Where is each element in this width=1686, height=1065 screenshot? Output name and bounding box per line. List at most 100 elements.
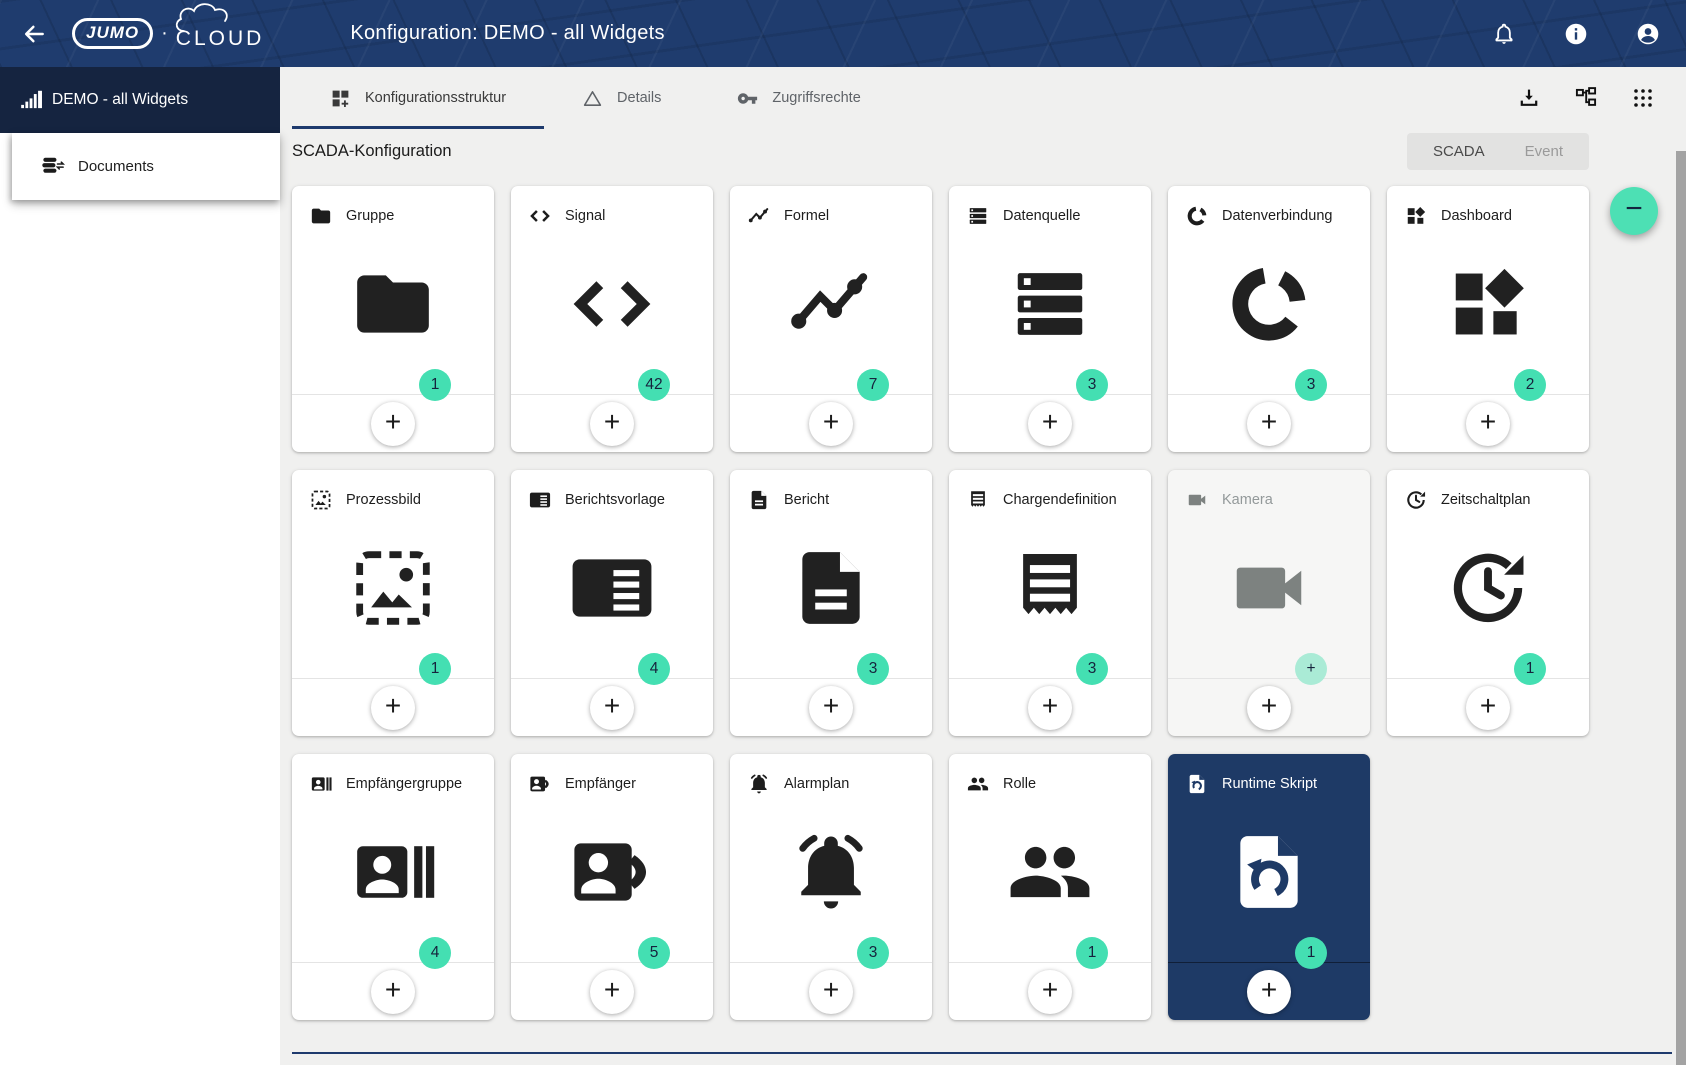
widget-card-schedule[interactable]: Zeitschaltplan 1 + [1387,470,1589,736]
widget-card-camera[interactable]: Kamera + + [1168,470,1370,736]
widget-card-code[interactable]: Signal 42 + [511,186,713,452]
widget-card-dashboard[interactable]: Dashboard 2 + [1387,186,1589,452]
card-footer: + [1168,678,1370,736]
tree-structure-button[interactable] [1573,85,1599,111]
collapse-fab-button[interactable]: − [1610,187,1658,235]
dataconnection-icon [1186,205,1208,227]
toggle-option-scada[interactable]: SCADA [1413,143,1505,160]
widget-card-role[interactable]: Rolle 1 + [949,754,1151,1020]
widget-card-alarm[interactable]: Alarmplan 3 + [730,754,932,1020]
widget-card-datasource[interactable]: Datenquelle 3 + [949,186,1151,452]
plus-icon: + [385,976,401,1004]
card-label: Formel [784,208,829,224]
widget-card-dataconnection[interactable]: Datenverbindung 3 + [1168,186,1370,452]
card-header: Runtime Skript [1168,754,1370,797]
card-body: 7 [730,229,932,394]
card-add-button[interactable]: + [371,402,415,446]
toolbar [1516,67,1656,129]
formula-icon [788,261,874,347]
account-button[interactable] [1626,12,1670,56]
card-header: Bericht [730,470,932,513]
card-footer: + [1387,394,1589,452]
plus-icon: + [1261,976,1277,1004]
dataconnection-icon [1226,261,1312,347]
card-add-button[interactable]: + [590,970,634,1014]
card-add-button[interactable]: + [590,402,634,446]
card-add-button[interactable]: + [371,686,415,730]
card-body: 1 [292,513,494,678]
sidebar: DEMO - all Widgets Documents [0,67,280,1065]
minus-icon: − [1625,194,1643,224]
documents-label: Documents [78,158,154,175]
runtimescript-icon [1226,829,1312,915]
card-add-button[interactable]: + [590,686,634,730]
role-icon [1007,829,1093,915]
widget-card-report[interactable]: Bericht 3 + [730,470,932,736]
info-icon [1563,21,1589,47]
card-count-badge: 1 [419,369,451,401]
tab-zugriffsrechte[interactable]: Zugriffsrechte [699,67,898,129]
card-grid: Gruppe 1 + Signal 42 + Formel [292,186,1589,1020]
app-window: JUMO · CLOUD Konfiguration: DEMO - all W… [0,0,1686,1065]
card-header: Zeitschaltplan [1387,470,1589,513]
card-add-button[interactable]: + [1247,686,1291,730]
card-label: Berichtsvorlage [565,492,665,508]
tree-structure-icon [1574,86,1598,110]
card-label: Datenverbindung [1222,208,1332,224]
tab-bar: Konfigurationsstruktur Details Zugriffsr… [280,67,1686,129]
card-body: 1 [1387,513,1589,678]
card-count-badge: 3 [1076,369,1108,401]
tab-details[interactable]: Details [544,67,699,129]
info-button[interactable] [1554,12,1598,56]
card-add-button[interactable]: + [1466,402,1510,446]
apps-grid-button[interactable] [1630,85,1656,111]
card-label: Signal [565,208,605,224]
download-button[interactable] [1516,85,1542,111]
card-label: Alarmplan [784,776,849,792]
card-header: Gruppe [292,186,494,229]
card-add-button[interactable]: + [1028,686,1072,730]
card-count-badge: 5 [638,937,670,969]
card-add-button[interactable]: + [1028,402,1072,446]
toggle-option-event[interactable]: Event [1505,143,1583,160]
card-header: Formel [730,186,932,229]
widget-card-recipient[interactable]: Empfänger 5 + [511,754,713,1020]
card-add-button[interactable]: + [371,970,415,1014]
card-add-button[interactable]: + [1247,970,1291,1014]
card-add-button[interactable]: + [809,686,853,730]
account-icon [1635,21,1661,47]
notifications-button[interactable] [1482,12,1526,56]
report-icon [788,545,874,631]
card-footer: + [292,394,494,452]
card-add-button[interactable]: + [1247,402,1291,446]
back-button[interactable] [14,14,54,54]
tab-konfigurationsstruktur[interactable]: Konfigurationsstruktur [292,67,544,129]
widget-card-recipientgroup[interactable]: Empfängergruppe 4 + [292,754,494,1020]
camera-icon [1226,545,1312,631]
card-footer: + [730,962,932,1020]
card-add-button[interactable]: + [809,402,853,446]
sidebar-item-documents[interactable]: Documents [12,133,280,200]
card-label: Prozessbild [346,492,421,508]
card-count-badge: 2 [1514,369,1546,401]
widget-card-folder[interactable]: Gruppe 1 + [292,186,494,452]
card-add-button[interactable]: + [809,970,853,1014]
widget-card-formula[interactable]: Formel 7 + [730,186,932,452]
card-add-button[interactable]: + [1028,970,1072,1014]
card-add-button[interactable]: + [1466,686,1510,730]
batch-icon [1007,545,1093,631]
widget-card-runtimescript[interactable]: Runtime Skript 1 + [1168,754,1370,1020]
widget-card-batch[interactable]: Chargendefinition 3 + [949,470,1151,736]
code-icon [529,205,551,227]
plus-icon: + [1042,408,1058,436]
widget-card-reporttemplate[interactable]: Berichtsvorlage 4 + [511,470,713,736]
sidebar-item-project[interactable]: DEMO - all Widgets [0,67,280,133]
report-icon [748,489,770,511]
card-body: 1 [292,229,494,394]
scrollbar-thumb[interactable] [1676,151,1686,1065]
card-body: + [1168,513,1370,678]
card-footer: + [292,962,494,1020]
dashboard-add-icon [330,88,351,109]
card-count-badge: 3 [857,937,889,969]
widget-card-processimage[interactable]: Prozessbild 1 + [292,470,494,736]
